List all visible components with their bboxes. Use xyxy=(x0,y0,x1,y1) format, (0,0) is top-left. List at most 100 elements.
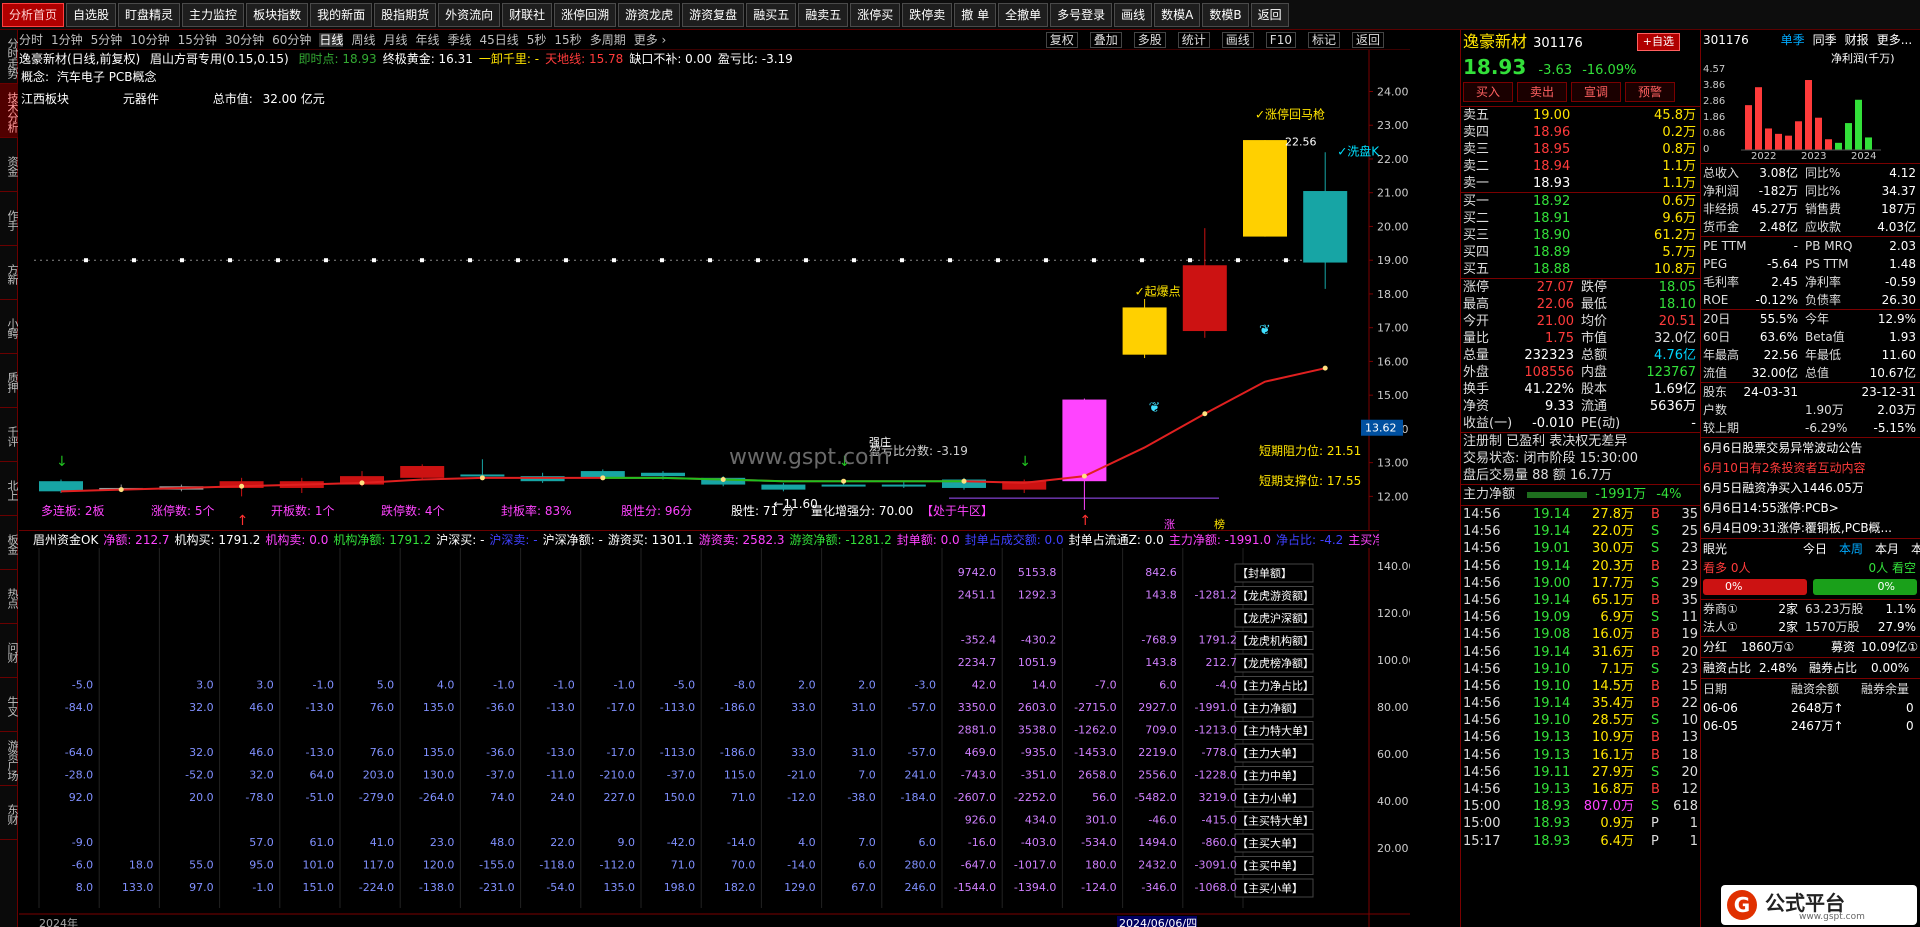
news-item[interactable]: 6月6日股票交易异常波动公告 xyxy=(1701,438,1920,458)
toolbar-button-20[interactable]: 数模A xyxy=(1154,2,1201,27)
buys-level[interactable]: 买三 18.90 61.2万 xyxy=(1461,227,1700,244)
sidebar-item-6[interactable]: 质押 xyxy=(0,354,18,408)
sidebar-item-12[interactable]: 牛叉 xyxy=(0,678,18,732)
toolbar-button-11[interactable]: 游资复盘 xyxy=(682,2,745,27)
sidebar-item-14[interactable]: 东财 xyxy=(0,786,18,840)
sells-level[interactable]: 卖二 18.94 1.1万 xyxy=(1461,158,1700,175)
sidebar-item-11[interactable]: 问财 xyxy=(0,624,18,678)
eye-tab-0[interactable]: 今日 xyxy=(1803,542,1827,556)
sidebar-item-2[interactable]: 资金 xyxy=(0,138,18,192)
toolbar-button-17[interactable]: 全撤单 xyxy=(998,2,1049,27)
reference-dot xyxy=(1188,258,1192,263)
toolbar-button-3[interactable]: 主力监控 xyxy=(182,2,245,27)
sidebar-item-0[interactable]: 分时走势 xyxy=(0,30,18,84)
period-5[interactable]: 30分钟 xyxy=(225,33,264,47)
toolbar-button-6[interactable]: 股指期货 xyxy=(374,2,437,27)
news-item[interactable]: 6月4日09:31涨停:覆铜板,PCB概... xyxy=(1701,518,1920,538)
sidebar-item-7[interactable]: 千评 xyxy=(0,408,18,462)
eye-tab-2[interactable]: 本月 xyxy=(1875,542,1899,556)
toolbar-button-5[interactable]: 我的新面 xyxy=(310,2,373,27)
chart-tool-4[interactable]: 画线 xyxy=(1221,32,1254,48)
period-16[interactable]: 更多 › xyxy=(634,33,667,47)
period-2[interactable]: 5分钟 xyxy=(91,33,123,47)
toolbar-button-21[interactable]: 数模B xyxy=(1202,2,1249,27)
trade-button-1[interactable]: 卖出 xyxy=(1517,82,1567,102)
period-10[interactable]: 年线 xyxy=(415,33,439,47)
toolbar-button-4[interactable]: 板块指数 xyxy=(246,2,309,27)
period-14[interactable]: 15秒 xyxy=(554,33,581,47)
sidebar-item-10[interactable]: 热点 xyxy=(0,570,18,624)
period-3[interactable]: 10分钟 xyxy=(130,33,169,47)
sidebar-item-5[interactable]: 小鳄 xyxy=(0,300,18,354)
eye-tab-1[interactable]: 本周 xyxy=(1839,542,1863,556)
sidebar-item-8[interactable]: 北上 xyxy=(0,462,18,516)
period-0[interactable]: 分时 xyxy=(19,33,43,47)
trade-button-0[interactable]: 买入 xyxy=(1463,82,1513,102)
sidebar-item-9[interactable]: 板金 xyxy=(0,516,18,570)
news-item[interactable]: 6月5日融资净买入1446.05万 xyxy=(1701,478,1920,498)
buys-level[interactable]: 买二 18.91 9.6万 xyxy=(1461,210,1700,227)
period-8[interactable]: 周线 xyxy=(351,33,375,47)
toolbar-button-0[interactable]: 分析首页 xyxy=(2,2,65,27)
fund-indicator-name[interactable]: 眉州资金OK xyxy=(33,533,98,547)
toolbar-button-8[interactable]: 财联社 xyxy=(502,2,553,27)
period-1[interactable]: 1分钟 xyxy=(51,33,83,47)
sells-level[interactable]: 卖一 18.93 1.1万 xyxy=(1461,175,1700,192)
metric-value: 63.6% xyxy=(1759,330,1798,344)
news-item[interactable]: 6月6日14:55涨停:PCB> xyxy=(1701,498,1920,518)
chart-tool-1[interactable]: 叠加 xyxy=(1089,32,1122,48)
chart-tool-2[interactable]: 多股 xyxy=(1133,32,1166,48)
sells-level[interactable]: 卖四 18.96 0.2万 xyxy=(1461,124,1700,141)
chart-tool-6[interactable]: 标记 xyxy=(1307,32,1340,48)
trade-button-2[interactable]: 宣调 xyxy=(1571,82,1621,102)
trade-button-3[interactable]: 预警 xyxy=(1625,82,1675,102)
toolbar-button-9[interactable]: 涨停回溯 xyxy=(554,2,617,27)
period-9[interactable]: 月线 xyxy=(383,33,407,47)
toolbar-button-18[interactable]: 多号登录 xyxy=(1050,2,1113,27)
period-11[interactable]: 季线 xyxy=(447,33,471,47)
period-15[interactable]: 多周期 xyxy=(590,33,626,47)
chart-tool-0[interactable]: 复权 xyxy=(1045,32,1078,48)
toolbar-button-1[interactable]: 自选股 xyxy=(66,2,117,27)
sells-level[interactable]: 卖五 19.00 45.8万 xyxy=(1461,107,1700,124)
f10-tab-3[interactable]: 更多... xyxy=(1877,33,1912,47)
buys-level[interactable]: 买五 18.88 10.8万 xyxy=(1461,261,1700,278)
toolbar-button-13[interactable]: 融卖五 xyxy=(798,2,849,27)
chart-tool-5[interactable]: F10 xyxy=(1265,32,1296,48)
news-list[interactable]: 6月6日股票交易异常波动公告 6月10日有2条投资者互动内容 6月5日融资净买入14… xyxy=(1701,438,1920,538)
sidebar-item-13[interactable]: 游资广场 xyxy=(0,732,18,786)
toolbar-button-10[interactable]: 游资龙虎 xyxy=(618,2,681,27)
period-7[interactable]: 日线 xyxy=(319,33,344,47)
period-6[interactable]: 60分钟 xyxy=(272,33,311,47)
chart-tool-7[interactable]: 返回 xyxy=(1351,32,1384,48)
tick-list[interactable]: 14:56 19.14 27.8万 B 35 14:56 19.14 22.0万 S 25 14:5… xyxy=(1461,506,1700,850)
toolbar-button-7[interactable]: 外资流向 xyxy=(438,2,501,27)
bear-bar[interactable]: 0% xyxy=(1813,579,1917,595)
bull-bar[interactable]: 0% xyxy=(1703,579,1807,595)
news-item[interactable]: 6月10日有2条投资者互动内容 xyxy=(1701,458,1920,478)
chart-canvas[interactable]: 24.00 23.00 22.00 21.00 20.00 19.00 18.00 17.00… xyxy=(19,50,1410,530)
toolbar-button-12[interactable]: 融买五 xyxy=(746,2,797,27)
toolbar-button-15[interactable]: 跌停卖 xyxy=(902,2,953,27)
sidebar-item-1[interactable]: 技术分析 xyxy=(0,84,18,138)
buys-level[interactable]: 买一 18.92 0.6万 xyxy=(1461,193,1700,210)
toolbar-button-16[interactable]: 撤 单 xyxy=(954,2,997,27)
f10-tab-1[interactable]: 同季 xyxy=(1813,33,1837,47)
f10-tab-0[interactable]: 单季 xyxy=(1781,33,1805,47)
f10-tab-2[interactable]: 财报 xyxy=(1845,33,1869,47)
toolbar-button-22[interactable]: 返回 xyxy=(1250,2,1289,27)
period-13[interactable]: 5秒 xyxy=(527,33,547,47)
period-12[interactable]: 45日线 xyxy=(480,33,519,47)
toolbar-button-14[interactable]: 涨停买 xyxy=(850,2,901,27)
sells-level[interactable]: 卖三 18.95 0.8万 xyxy=(1461,141,1700,158)
buys-level[interactable]: 买四 18.89 5.7万 xyxy=(1461,244,1700,261)
eye-tab-3[interactable]: 本年 xyxy=(1911,542,1920,556)
sidebar-item-3[interactable]: 作手 xyxy=(0,192,18,246)
toolbar-button-19[interactable]: 画线 xyxy=(1114,2,1153,27)
sidebar-item-4[interactable]: 方新 xyxy=(0,246,18,300)
toolbar-button-2[interactable]: 盯盘精灵 xyxy=(118,2,181,27)
chart-tool-3[interactable]: 统计 xyxy=(1177,32,1210,48)
kline-chart[interactable]: 逸豪新材(日线,前复权) 眉山方哥专用(0.15,0.15) 即时点: 18.9… xyxy=(19,50,1410,530)
period-4[interactable]: 15分钟 xyxy=(178,33,217,47)
add-watch-button[interactable]: +自选 xyxy=(1636,33,1680,51)
